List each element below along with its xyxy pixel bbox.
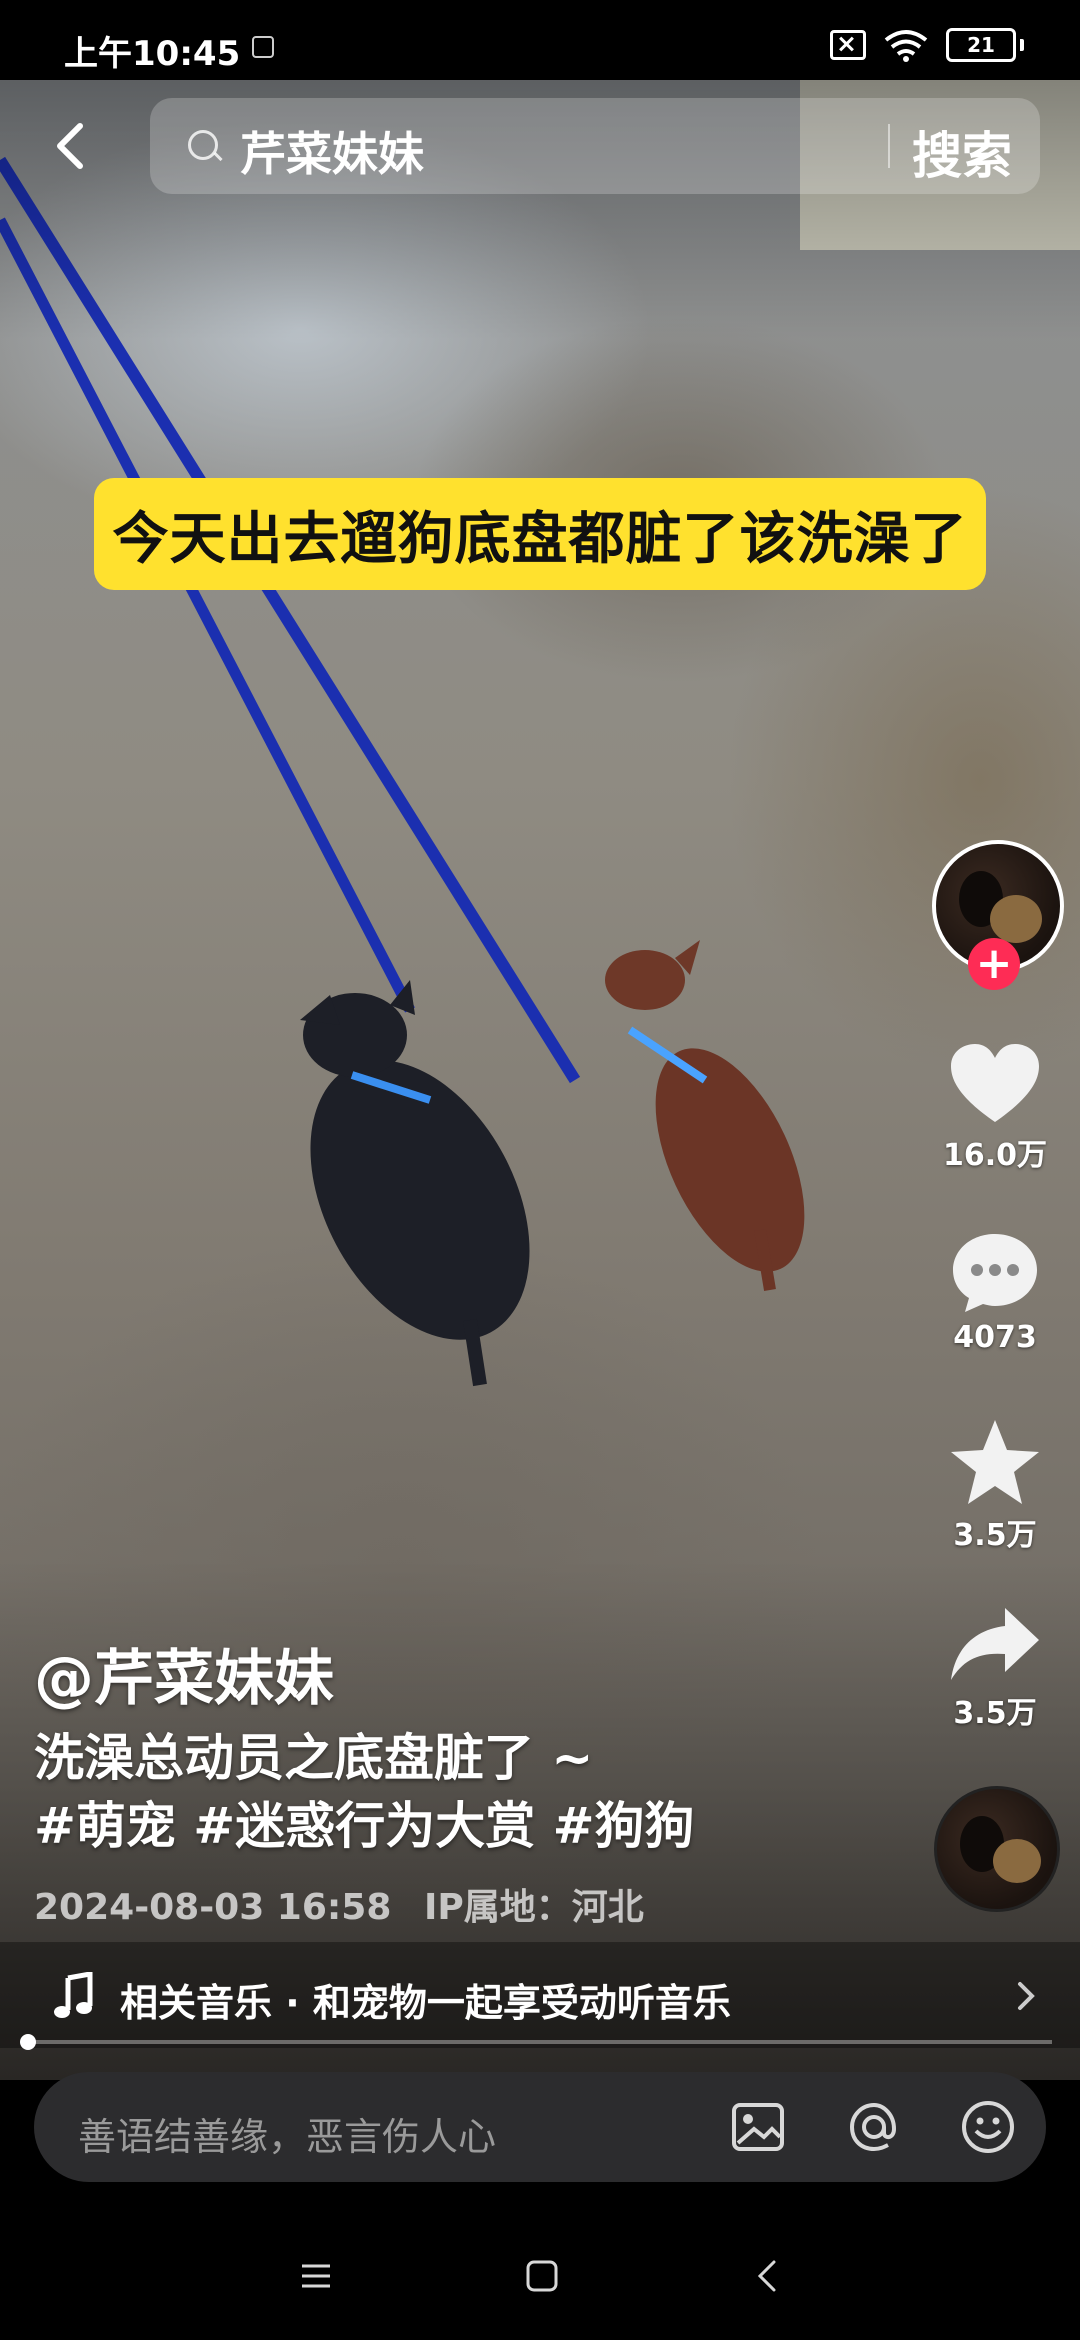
hashtags[interactable]: #萌宠 #迷惑行为大赏 #狗狗 — [34, 1792, 894, 1860]
share-button[interactable]: 3.5万 — [940, 1604, 1050, 1732]
comment-placeholder: 善语结善缘，恶言伤人心 — [78, 2115, 497, 2159]
author-name[interactable]: @芹菜妹妹 — [34, 1630, 334, 1717]
home-icon[interactable] — [520, 2254, 564, 2298]
heart-icon — [951, 1044, 1039, 1122]
post-meta: 2024-08-03 16:58 IP属地：河北 — [34, 1878, 644, 1930]
star-icon — [951, 1420, 1039, 1504]
follow-button[interactable]: + — [968, 938, 1020, 990]
comment-icon — [953, 1234, 1037, 1312]
search-icon — [188, 130, 218, 160]
wifi-icon — [884, 30, 928, 62]
post-description: 洗澡总动员之底盘脏了 ~ #萌宠 #迷惑行为大赏 #狗狗 — [34, 1724, 894, 1860]
status-time: 上午10:45 — [64, 34, 241, 74]
like-button[interactable]: 16.0万 — [940, 1042, 1050, 1174]
description-text: 洗澡总动员之底盘脏了 ~ — [34, 1729, 594, 1787]
post-location: IP属地：河北 — [423, 1887, 644, 1928]
emoji-icon[interactable] — [958, 2097, 1018, 2157]
back-icon[interactable] — [44, 118, 100, 174]
music-disc-avatar[interactable] — [934, 1786, 1060, 1912]
search-box[interactable]: 芹菜妹妹 搜索 — [150, 98, 1040, 194]
battery-icon: 21 — [946, 28, 1016, 62]
favorite-button[interactable]: 3.5万 — [940, 1418, 1050, 1554]
search-button[interactable]: 搜索 — [912, 116, 1012, 188]
like-count: 16.0万 — [942, 1138, 1048, 1173]
battery-level: 21 — [967, 33, 995, 57]
sim-off-icon — [830, 30, 866, 60]
comment-count: 4073 — [953, 1320, 1037, 1355]
post-date: 2024-08-03 16:58 — [34, 1887, 392, 1928]
search-divider — [888, 124, 890, 168]
comment-input[interactable]: 善语结善缘，恶言伤人心 — [34, 2072, 1046, 2182]
search-query[interactable]: 芹菜妹妹 — [240, 118, 424, 184]
music-disc-image — [960, 1816, 1041, 1883]
mention-icon[interactable] — [844, 2097, 904, 2157]
music-note-icon — [54, 1972, 93, 2018]
nav-back-icon[interactable] — [746, 2254, 790, 2298]
share-icon — [951, 1608, 1039, 1680]
notification-icon — [252, 36, 274, 58]
system-nav-bar — [0, 2210, 1080, 2340]
menu-icon[interactable] — [294, 2254, 338, 2298]
progress-handle[interactable] — [20, 2034, 36, 2050]
favorite-count: 3.5万 — [953, 1518, 1037, 1553]
related-music-bar[interactable]: 相关音乐 · 和宠物一起享受动听音乐 — [0, 1942, 1080, 2048]
chevron-right-icon — [1018, 1982, 1035, 2010]
video-progress-bar[interactable] — [28, 2040, 1052, 2044]
battery-cap — [1020, 39, 1024, 51]
comment-button[interactable]: 4073 — [940, 1230, 1050, 1355]
image-icon[interactable] — [728, 2097, 788, 2157]
video-caption: 今天出去遛狗底盘都脏了该洗澡了 — [94, 478, 986, 590]
share-count: 3.5万 — [953, 1696, 1037, 1731]
status-icons: 21 — [830, 28, 1024, 62]
music-text: 相关音乐 · 和宠物一起享受动听音乐 — [120, 1981, 731, 2025]
status-bar: 上午10:45 21 — [0, 0, 1080, 80]
